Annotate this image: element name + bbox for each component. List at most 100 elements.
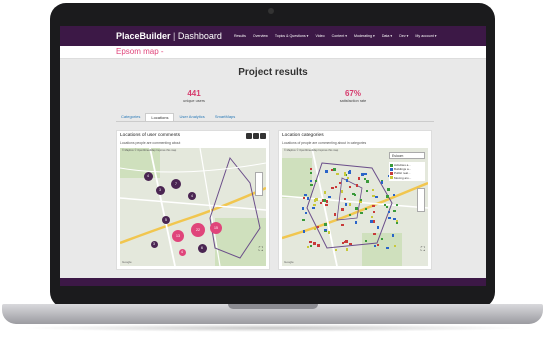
map-point-marker[interactable]: [338, 181, 342, 185]
expand-icon[interactable]: [260, 133, 266, 139]
map-point-marker[interactable]: [377, 226, 380, 229]
map-point-marker[interactable]: [357, 177, 360, 180]
map-cluster-marker[interactable]: 4: [188, 192, 196, 200]
map-point-marker[interactable]: [388, 216, 391, 220]
map-point-marker[interactable]: [309, 240, 312, 244]
map-point-marker[interactable]: [364, 172, 367, 175]
map-point-marker[interactable]: [387, 188, 390, 191]
map-point-marker[interactable]: [333, 168, 336, 171]
zoom-control[interactable]: [255, 172, 263, 196]
map-point-marker[interactable]: [334, 249, 338, 252]
map-point-marker[interactable]: [393, 217, 396, 221]
map-cluster-marker[interactable]: 15: [210, 222, 222, 234]
map-point-marker[interactable]: [324, 223, 327, 226]
map-point-marker[interactable]: [324, 228, 327, 232]
download-icon[interactable]: [246, 133, 252, 139]
map-point-marker[interactable]: [372, 204, 375, 208]
map-point-marker[interactable]: [310, 183, 313, 187]
map-point-marker[interactable]: [391, 234, 395, 237]
map-point-marker[interactable]: [365, 189, 369, 193]
map-cluster-marker[interactable]: 4: [178, 248, 186, 256]
map-point-marker[interactable]: [393, 244, 397, 248]
map-point-marker[interactable]: [393, 209, 396, 213]
map-cluster-marker[interactable]: 6: [197, 243, 207, 253]
nav-item-account[interactable]: My account ▾: [415, 34, 436, 38]
map-point-marker[interactable]: [348, 213, 351, 217]
map-point-marker[interactable]: [372, 194, 375, 198]
map-cluster-marker[interactable]: 13: [172, 230, 184, 242]
map-cluster-marker[interactable]: 22: [191, 223, 205, 237]
map-point-marker[interactable]: [349, 203, 352, 206]
map-point-marker[interactable]: [343, 172, 347, 175]
map-cluster-marker[interactable]: 3: [155, 185, 165, 195]
map-cluster-marker[interactable]: 4: [143, 171, 153, 181]
map-location-categories[interactable]: © Mapbox © OpenStreetMap Improve this ma…: [282, 148, 428, 266]
map-point-marker[interactable]: [373, 244, 376, 247]
nav-item-data[interactable]: Data ▾: [382, 34, 392, 38]
nav-item-topics[interactable]: Topics & Questions ▾: [275, 34, 309, 38]
map-point-marker[interactable]: [325, 170, 328, 173]
map-point-marker[interactable]: [354, 221, 358, 224]
map-point-marker[interactable]: [323, 191, 327, 194]
map-point-marker[interactable]: [328, 195, 331, 199]
map-point-marker[interactable]: [370, 220, 373, 223]
map-point-marker[interactable]: [314, 227, 317, 231]
map-point-marker[interactable]: [349, 243, 352, 246]
map-point-marker[interactable]: [348, 171, 351, 174]
map-point-marker[interactable]: [341, 190, 344, 193]
fullscreen-icon[interactable]: ⛶: [421, 247, 425, 254]
map-point-marker[interactable]: [380, 181, 384, 184]
map-point-marker[interactable]: [302, 218, 305, 222]
nav-item-dev[interactable]: Dev ▾: [399, 34, 408, 38]
map-point-marker[interactable]: [385, 206, 389, 209]
map-point-marker[interactable]: [309, 244, 312, 248]
map-point-marker[interactable]: [372, 210, 375, 214]
map-point-marker[interactable]: [361, 173, 364, 176]
map-cluster-marker[interactable]: 5: [162, 216, 170, 224]
map-point-marker[interactable]: [395, 203, 399, 207]
map-point-marker[interactable]: [373, 232, 376, 235]
map-point-marker[interactable]: [370, 216, 374, 219]
map-point-marker[interactable]: [315, 198, 318, 201]
map-point-marker[interactable]: [380, 237, 384, 241]
tab-user-analytics[interactable]: User Analytics: [174, 113, 209, 121]
map-point-marker[interactable]: [302, 207, 305, 210]
legend-item[interactable]: Moving aro...: [390, 176, 424, 180]
map-point-marker[interactable]: [331, 186, 334, 190]
map-point-marker[interactable]: [341, 223, 344, 227]
map-point-marker[interactable]: [302, 196, 306, 199]
map-point-marker[interactable]: [366, 180, 369, 183]
nav-item-results[interactable]: Results: [234, 34, 246, 38]
map-cluster-marker[interactable]: 3: [150, 240, 158, 248]
tab-locations[interactable]: Locations: [145, 113, 175, 121]
map-point-marker[interactable]: [310, 179, 313, 183]
map-area-select[interactable]: Esloom: [389, 152, 425, 159]
tab-categories[interactable]: Categories: [116, 113, 145, 121]
map-point-marker[interactable]: [364, 207, 368, 211]
map-point-marker[interactable]: [334, 185, 338, 189]
map-cluster-marker[interactable]: 7: [171, 179, 181, 189]
map-point-marker[interactable]: [343, 198, 347, 201]
map-point-marker[interactable]: [364, 239, 368, 243]
map-point-marker[interactable]: [386, 195, 389, 198]
nav-item-video[interactable]: Video: [315, 34, 324, 38]
print-icon[interactable]: [253, 133, 259, 139]
map-point-marker[interactable]: [355, 207, 358, 210]
map-point-marker[interactable]: [313, 242, 316, 245]
map-point-marker[interactable]: [352, 192, 355, 196]
map-point-marker[interactable]: [323, 199, 326, 202]
map-point-marker[interactable]: [314, 179, 318, 183]
nav-item-overview[interactable]: Overview: [253, 34, 268, 38]
map-point-marker[interactable]: [327, 231, 331, 234]
map-point-marker[interactable]: [309, 167, 313, 171]
map-point-marker[interactable]: [396, 222, 399, 225]
map-point-marker[interactable]: [360, 211, 363, 215]
map-point-marker[interactable]: [333, 213, 337, 216]
brand-logo[interactable]: PlaceBuilder | Dashboard: [116, 31, 222, 41]
map-point-marker[interactable]: [345, 248, 348, 251]
map-point-marker[interactable]: [344, 241, 347, 244]
map-point-marker[interactable]: [344, 203, 348, 206]
map-point-marker[interactable]: [304, 193, 307, 196]
tab-smartmaps[interactable]: SmartMaps: [210, 113, 240, 121]
map-point-marker[interactable]: [386, 246, 389, 249]
